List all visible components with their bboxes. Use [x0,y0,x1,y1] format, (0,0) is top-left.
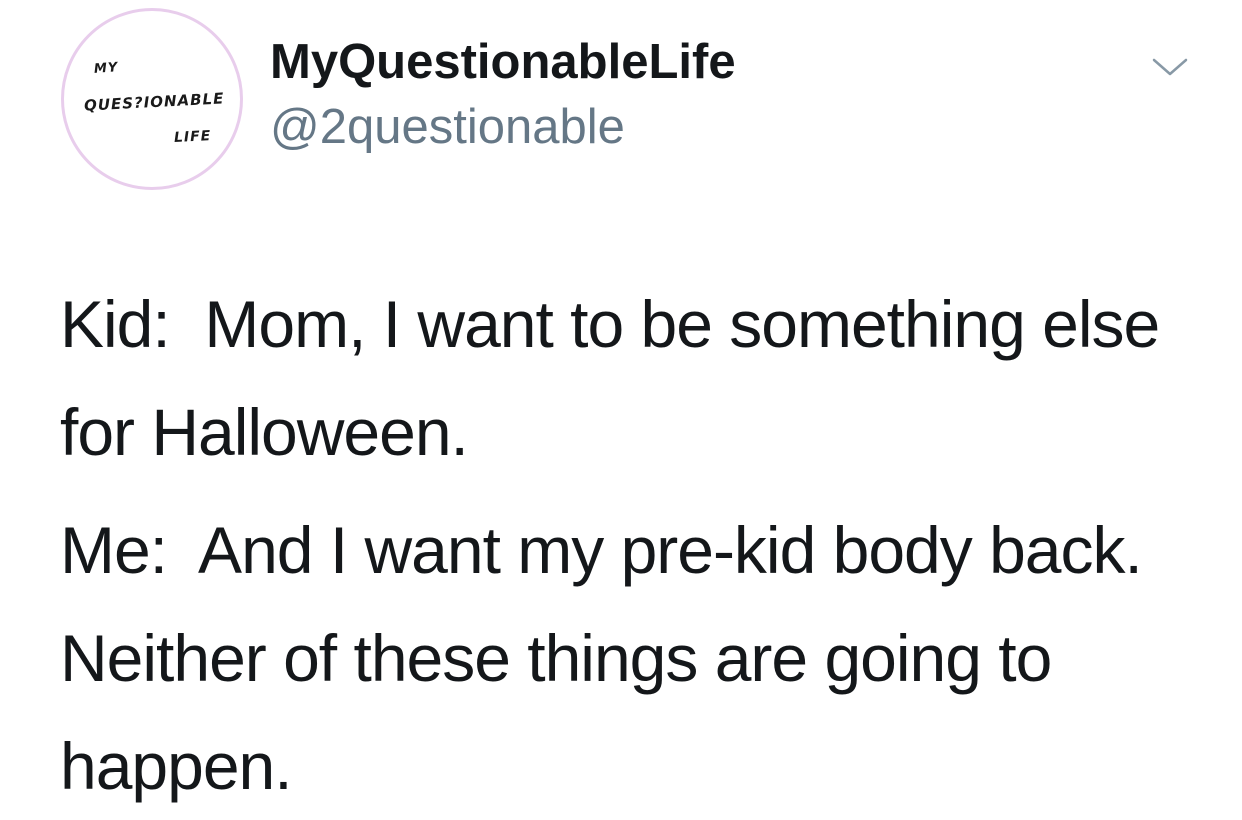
display-name[interactable]: MyQuestionableLife [270,32,736,92]
tweet-menu-button[interactable] [1150,52,1190,82]
avatar[interactable]: MY QUES?IONABLE LIFE [61,8,243,190]
user-handle[interactable]: @2questionable [270,97,625,157]
avatar-text-line3: LIFE [173,128,212,146]
tweet-paragraph-1: Kid: Mom, I want to be something else fo… [60,287,1177,469]
tweet-card: MY QUES?IONABLE LIFE MyQuestionableLife … [0,0,1242,803]
tweet-text: Kid: Mom, I want to be something else fo… [60,270,1200,820]
chevron-down-icon [1152,58,1188,76]
tweet-paragraph-2: Me: And I want my pre-kid body back. Nei… [60,513,1160,803]
avatar-text-line2: QUES?IONABLE [83,89,225,115]
avatar-text-line1: MY [93,60,119,77]
